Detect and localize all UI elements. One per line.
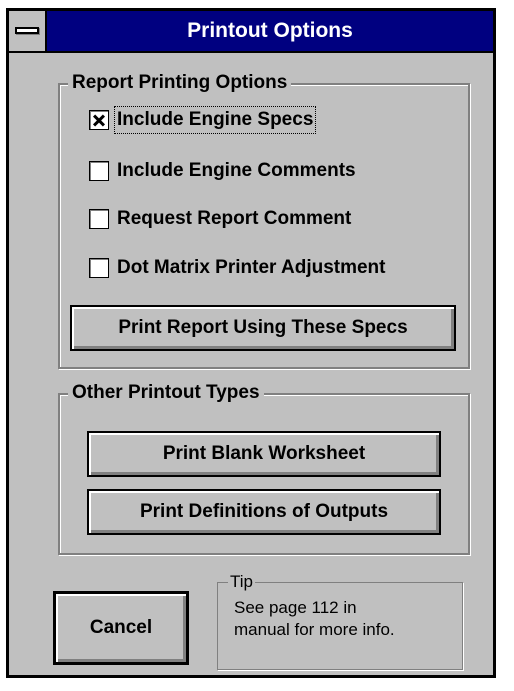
request-report-comment-label: Request Report Comment <box>117 208 352 229</box>
tip-text: See page 112 in manual for more info. <box>234 597 395 641</box>
checkbox-unchecked-icon <box>89 209 109 229</box>
tip-box: Tip See page 112 in manual for more info… <box>217 572 463 670</box>
report-printing-options-legend: Report Printing Options <box>68 72 292 94</box>
checkbox-unchecked-icon <box>89 258 109 278</box>
dot-matrix-adjustment-label: Dot Matrix Printer Adjustment <box>117 257 386 278</box>
tip-line-2: manual for more info. <box>234 620 395 639</box>
print-report-button[interactable]: Print Report Using These Specs <box>70 305 456 351</box>
dot-matrix-adjustment-checkbox[interactable]: Dot Matrix Printer Adjustment <box>89 257 386 279</box>
system-menu-button[interactable] <box>9 11 47 51</box>
window-title: Printout Options <box>187 19 353 42</box>
printout-options-dialog: Printout Options Report Printing Options… <box>6 8 496 678</box>
print-blank-worksheet-button[interactable]: Print Blank Worksheet <box>87 431 441 477</box>
tip-line-1: See page 112 in <box>234 598 357 617</box>
tip-legend: Tip <box>228 572 255 592</box>
include-engine-comments-checkbox[interactable]: Include Engine Comments <box>89 160 356 182</box>
checkbox-checked-icon <box>89 110 109 130</box>
checkbox-unchecked-icon <box>89 161 109 181</box>
include-engine-specs-label: Include Engine Specs <box>113 106 317 134</box>
other-printout-types-group: Other Printout Types Print Blank Workshe… <box>58 382 470 555</box>
print-definitions-button[interactable]: Print Definitions of Outputs <box>87 489 441 535</box>
include-engine-comments-label: Include Engine Comments <box>117 160 356 181</box>
report-printing-options-group: Report Printing Options Include Engine S… <box>58 72 470 369</box>
request-report-comment-checkbox[interactable]: Request Report Comment <box>89 208 351 230</box>
other-printout-types-legend: Other Printout Types <box>68 382 264 404</box>
include-engine-specs-checkbox[interactable]: Include Engine Specs <box>89 106 317 134</box>
title-bar: Printout Options <box>9 11 493 53</box>
cancel-button[interactable]: Cancel <box>53 591 189 665</box>
system-menu-icon <box>15 27 39 34</box>
